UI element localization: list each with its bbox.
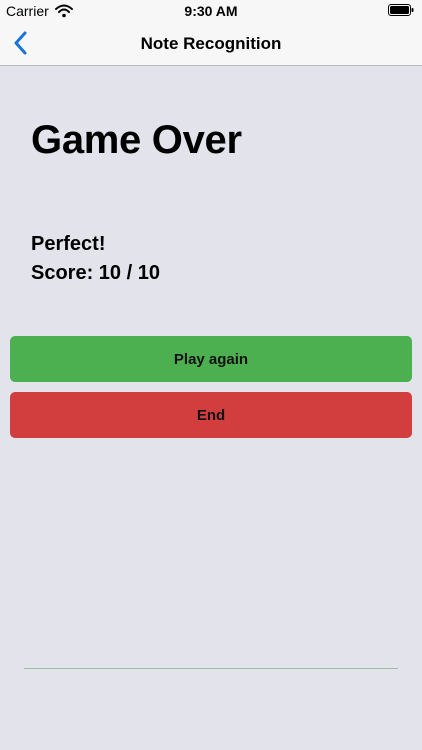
nav-title: Note Recognition [140,34,282,53]
navigation-bar: Note Recognition [0,22,422,66]
status-bar: Carrier 9:30 AM [0,0,422,22]
score-text: Score: 10 / 10 [31,262,160,284]
end-button[interactable]: End [10,392,412,438]
status-time: 9:30 AM [184,3,238,19]
page-title: Game Over [31,118,242,162]
battery-icon [388,4,414,16]
result-text: Perfect! [31,233,106,255]
divider [24,668,398,669]
play-again-button[interactable]: Play again [10,336,412,382]
